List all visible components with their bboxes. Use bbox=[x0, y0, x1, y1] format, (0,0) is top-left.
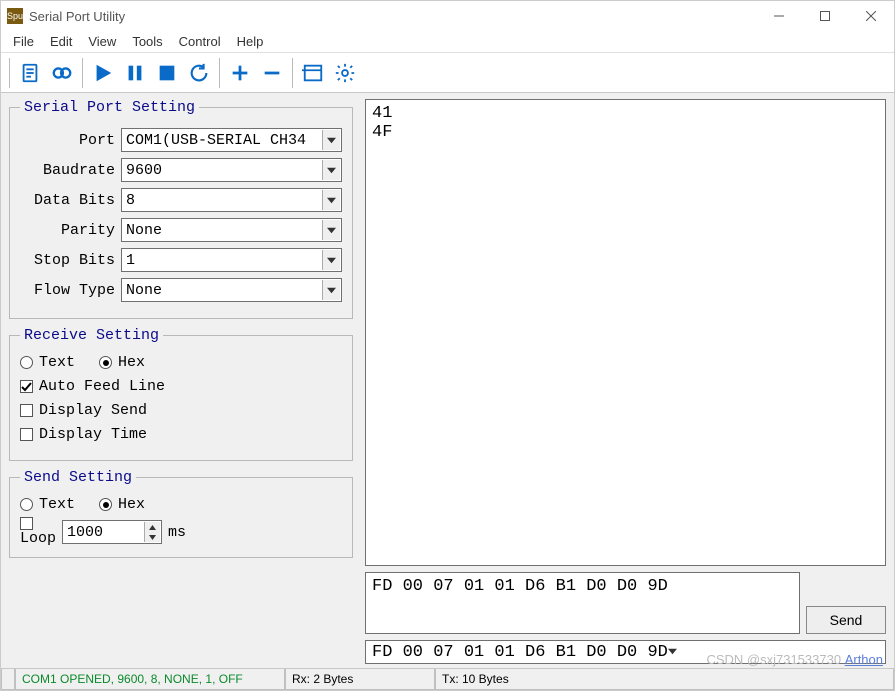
window-title: Serial Port Utility bbox=[29, 9, 756, 24]
parity-select[interactable]: None bbox=[121, 218, 342, 242]
pause-icon[interactable] bbox=[119, 57, 151, 89]
status-bar: COM1 OPENED, 9600, 8, NONE, 1, OFF Rx: 2… bbox=[1, 668, 894, 690]
app-icon: Spu bbox=[7, 8, 23, 24]
status-port: COM1 OPENED, 9600, 8, NONE, 1, OFF bbox=[15, 669, 285, 690]
databits-label: Data Bits bbox=[20, 192, 115, 209]
title-bar: Spu Serial Port Utility bbox=[1, 1, 894, 31]
chevron-down-icon[interactable] bbox=[322, 250, 340, 270]
serial-port-legend: Serial Port Setting bbox=[20, 99, 199, 116]
toolbar bbox=[1, 53, 894, 93]
port-select[interactable]: COM1(USB-SERIAL CH34 bbox=[121, 128, 342, 152]
menu-edit[interactable]: Edit bbox=[42, 32, 80, 51]
menu-file[interactable]: File bbox=[5, 32, 42, 51]
receive-hex-radio[interactable]: Hex bbox=[99, 354, 145, 371]
record-icon[interactable] bbox=[46, 57, 78, 89]
send-setting-legend: Send Setting bbox=[20, 469, 136, 486]
port-label: Port bbox=[20, 132, 115, 149]
receive-setting-legend: Receive Setting bbox=[20, 327, 163, 344]
flowtype-label: Flow Type bbox=[20, 282, 115, 299]
loop-unit-label: ms bbox=[168, 524, 186, 541]
send-button[interactable]: Send bbox=[806, 606, 886, 634]
menu-control[interactable]: Control bbox=[171, 32, 229, 51]
loop-checkbox[interactable]: Loop bbox=[20, 517, 56, 547]
receive-output[interactable]: 41 4F bbox=[365, 99, 886, 566]
chevron-down-icon[interactable] bbox=[668, 643, 677, 662]
menu-tools[interactable]: Tools bbox=[124, 32, 170, 51]
minimize-button[interactable] bbox=[756, 1, 802, 31]
flowtype-select[interactable]: None bbox=[121, 278, 342, 302]
menu-view[interactable]: View bbox=[80, 32, 124, 51]
menu-help[interactable]: Help bbox=[229, 32, 272, 51]
send-text-radio[interactable]: Text bbox=[20, 496, 75, 513]
baudrate-select[interactable]: 9600 bbox=[121, 158, 342, 182]
chevron-down-icon[interactable] bbox=[322, 130, 340, 150]
stop-icon[interactable] bbox=[151, 57, 183, 89]
send-input[interactable]: FD 00 07 01 01 D6 B1 D0 D0 9D bbox=[365, 572, 800, 634]
status-tx: Tx: 10 Bytes bbox=[435, 669, 894, 690]
auto-feed-checkbox[interactable]: Auto Feed Line bbox=[20, 378, 342, 395]
plus-icon[interactable] bbox=[224, 57, 256, 89]
watermark-link[interactable]: Arthon bbox=[845, 652, 883, 667]
port-value: COM1(USB-SERIAL CH34 bbox=[126, 132, 306, 149]
display-time-label: Display Time bbox=[39, 426, 147, 443]
auto-feed-label: Auto Feed Line bbox=[39, 378, 165, 395]
send-history-value: FD 00 07 01 01 D6 B1 D0 D0 9D bbox=[372, 643, 668, 662]
close-button[interactable] bbox=[848, 1, 894, 31]
parity-label: Parity bbox=[20, 222, 115, 239]
send-text-label: Text bbox=[39, 496, 75, 513]
watermark: CSDN @sxj731533730 Arthon bbox=[706, 652, 883, 667]
databits-value: 8 bbox=[126, 192, 135, 209]
parity-value: None bbox=[126, 222, 162, 239]
receive-setting-group: Receive Setting Text Hex Auto Feed Line … bbox=[9, 327, 353, 461]
loop-label: Loop bbox=[20, 530, 56, 547]
receive-text-radio[interactable]: Text bbox=[20, 354, 75, 371]
minus-icon[interactable] bbox=[256, 57, 288, 89]
spin-up-icon[interactable] bbox=[149, 522, 156, 532]
menu-bar: File Edit View Tools Control Help bbox=[1, 31, 894, 53]
chevron-down-icon[interactable] bbox=[322, 190, 340, 210]
stopbits-label: Stop Bits bbox=[20, 252, 115, 269]
display-send-label: Display Send bbox=[39, 402, 147, 419]
chevron-down-icon[interactable] bbox=[322, 160, 340, 180]
status-rx: Rx: 2 Bytes bbox=[285, 669, 435, 690]
refresh-icon[interactable] bbox=[183, 57, 215, 89]
send-setting-group: Send Setting Text Hex Loop 1000 ms bbox=[9, 469, 353, 558]
loop-interval-input[interactable]: 1000 bbox=[62, 520, 162, 544]
chevron-down-icon[interactable] bbox=[322, 220, 340, 240]
chevron-down-icon[interactable] bbox=[322, 280, 340, 300]
display-send-checkbox[interactable]: Display Send bbox=[20, 402, 342, 419]
gear-icon[interactable] bbox=[329, 57, 361, 89]
maximize-button[interactable] bbox=[802, 1, 848, 31]
stopbits-select[interactable]: 1 bbox=[121, 248, 342, 272]
window-icon[interactable] bbox=[297, 57, 329, 89]
baudrate-label: Baudrate bbox=[20, 162, 115, 179]
new-doc-icon[interactable] bbox=[14, 57, 46, 89]
receive-hex-label: Hex bbox=[118, 354, 145, 371]
send-hex-label: Hex bbox=[118, 496, 145, 513]
serial-port-group: Serial Port Setting Port COM1(USB-SERIAL… bbox=[9, 99, 353, 319]
spin-down-icon[interactable] bbox=[149, 532, 156, 542]
loop-interval-value: 1000 bbox=[67, 524, 103, 541]
display-time-checkbox[interactable]: Display Time bbox=[20, 426, 342, 443]
play-icon[interactable] bbox=[87, 57, 119, 89]
databits-select[interactable]: 8 bbox=[121, 188, 342, 212]
flowtype-value: None bbox=[126, 282, 162, 299]
stopbits-value: 1 bbox=[126, 252, 135, 269]
baudrate-value: 9600 bbox=[126, 162, 162, 179]
send-hex-radio[interactable]: Hex bbox=[99, 496, 145, 513]
receive-text-label: Text bbox=[39, 354, 75, 371]
